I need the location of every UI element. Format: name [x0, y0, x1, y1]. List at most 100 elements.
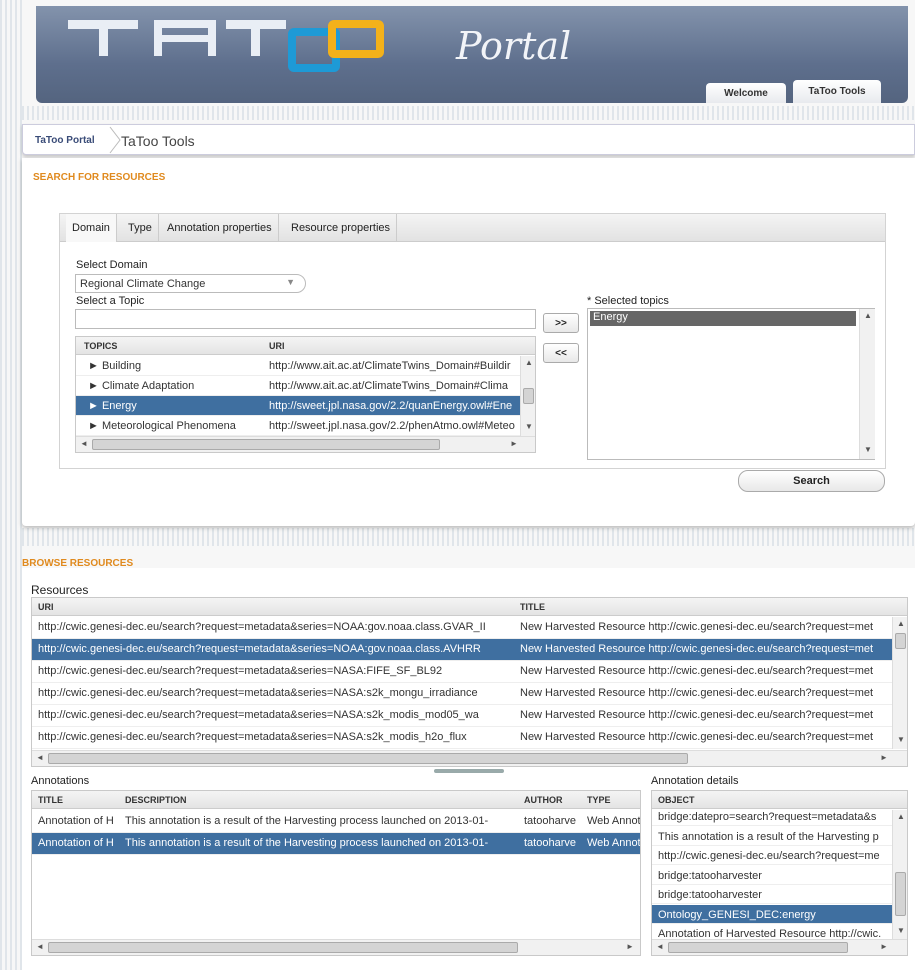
selected-topics-label: * Selected topics	[587, 295, 669, 307]
remove-topic-button[interactable]: <<	[543, 343, 579, 363]
cell: New Harvested Resource http://cwic.genes…	[520, 643, 874, 655]
cell: http://cwic.genesi-dec.eu/search?request…	[38, 709, 479, 721]
selected-topic-item[interactable]: Energy	[590, 311, 856, 326]
topic-row-selected[interactable]: ► Energy http://sweet.jpl.nasa.gov/2.2/q…	[76, 396, 520, 416]
details-vertical-scrollbar[interactable]: ▲ ▼	[892, 810, 907, 940]
resource-row[interactable]: http://cwic.genesi-dec.eu/search?request…	[32, 727, 892, 749]
annotation-details-grid: OBJECT bridge:datepro=search?request=met…	[651, 790, 908, 956]
column-header-object[interactable]: OBJECT	[658, 795, 695, 805]
breadcrumb-item-portal[interactable]: TaToo Portal	[35, 135, 95, 146]
detail-row[interactable]: http://cwic.genesi-dec.eu/search?request…	[652, 846, 892, 865]
cell: http://cwic.genesi-dec.eu/search?request…	[38, 731, 467, 743]
resource-row[interactable]: http://cwic.genesi-dec.eu/search?request…	[32, 705, 892, 727]
topics-grid-header: TOPICS URI	[76, 337, 535, 355]
search-button[interactable]: Search	[738, 470, 885, 492]
column-header-title[interactable]: TITLE	[520, 602, 545, 612]
topic-row[interactable]: ► Building http://www.ait.ac.at/ClimateT…	[76, 356, 520, 376]
column-header-description[interactable]: DESCRIPTION	[125, 795, 187, 805]
topics-grid: TOPICS URI ► Building http://www.ait.ac.…	[75, 336, 536, 453]
cell: Annotation of H	[38, 837, 114, 849]
details-horizontal-scrollbar[interactable]: ◄ ►	[652, 939, 907, 955]
cell: New Harvested Resource http://cwic.genes…	[520, 665, 874, 677]
detail-row[interactable]: bridge:tatooharvester	[652, 885, 892, 904]
cell: Web Annota	[587, 837, 641, 849]
annotation-row[interactable]: Annotation of H This annotation is a resu…	[32, 811, 641, 833]
annotations-grid: TITLE DESCRIPTION AUTHOR TYPE Annotation…	[31, 790, 641, 956]
breadcrumb: TaToo Portal TaToo Tools	[22, 124, 915, 155]
resources-vertical-scrollbar[interactable]: ▲ ▼	[892, 617, 907, 749]
cell: tatooharve	[524, 815, 576, 827]
cell: http://cwic.genesi-dec.eu/search?request…	[38, 643, 481, 655]
column-header-type[interactable]: TYPE	[587, 795, 611, 805]
annotations-label: Annotations	[31, 775, 90, 787]
detail-row[interactable]: bridge:datepro=search?request=metadata&s	[652, 807, 892, 826]
topic-row[interactable]: ► Climate Adaptation http://www.ait.ac.a…	[76, 376, 520, 396]
resource-row-selected[interactable]: http://cwic.genesi-dec.eu/search?request…	[32, 639, 892, 661]
topic-input[interactable]	[75, 309, 536, 329]
background-texture	[22, 528, 915, 546]
cell: Annotation of H	[38, 815, 114, 827]
cell: New Harvested Resource http://cwic.genes…	[520, 621, 874, 633]
annotations-grid-header: TITLE DESCRIPTION AUTHOR TYPE	[32, 791, 640, 809]
column-header-uri[interactable]: URI	[269, 341, 285, 351]
detail-row[interactable]: This annotation is a result of the Harve…	[652, 827, 892, 846]
add-topic-button[interactable]: >>	[543, 313, 579, 333]
breadcrumb-separator-icon	[109, 126, 121, 154]
resource-row[interactable]: http://cwic.genesi-dec.eu/search?request…	[32, 617, 892, 639]
resource-row[interactable]: http://cwic.genesi-dec.eu/search?request…	[32, 661, 892, 683]
cell: Web Annota	[587, 815, 641, 827]
domain-select-value: Regional Climate Change	[80, 278, 206, 290]
cell: http://cwic.genesi-dec.eu/search?request…	[38, 621, 486, 633]
background-texture	[22, 106, 915, 120]
search-section-title: SEARCH FOR RESOURCES	[33, 172, 166, 183]
detail-row-selected[interactable]: Ontology_GENESI_DEC:energy	[652, 904, 892, 924]
cell: http://cwic.genesi-dec.eu/search?request…	[38, 665, 443, 677]
topic-row[interactable]: ► Meteorological Phenomena http://sweet.…	[76, 416, 520, 436]
column-header-author[interactable]: AUTHOR	[524, 795, 563, 805]
cell: http://cwic.genesi-dec.eu/search?request…	[658, 850, 880, 862]
cell: This annotation is a result of the Harve…	[125, 837, 489, 849]
cell: bridge:tatooharvester	[658, 889, 762, 901]
tab-welcome[interactable]: Welcome	[706, 83, 786, 103]
detail-row[interactable]: bridge:tatooharvester	[652, 866, 892, 885]
cell: tatooharve	[524, 837, 576, 849]
resources-label: Resources	[31, 583, 89, 597]
select-topic-label: Select a Topic	[76, 295, 145, 307]
tab-annotation-properties[interactable]: Annotation properties	[161, 214, 279, 242]
search-tab-bar: Domain Type Annotation properties Resour…	[60, 214, 885, 242]
selected-topics-list[interactable]: Energy ▲ ▼	[587, 308, 875, 460]
topics-vertical-scrollbar[interactable]: ▲ ▼	[520, 356, 535, 436]
column-header-topics[interactable]: TOPICS	[84, 341, 117, 351]
select-domain-label: Select Domain	[76, 259, 148, 271]
chevron-down-icon: ▼	[286, 277, 295, 287]
tab-resource-properties[interactable]: Resource properties	[285, 214, 398, 242]
portal-header: Portal Welcome TaToo Tools	[36, 6, 908, 103]
resources-grid-header: URI TITLE	[32, 598, 907, 616]
annotation-details-label: Annotation details	[651, 775, 739, 787]
cell: Ontology_GENESI_DEC:energy	[658, 908, 816, 921]
tab-domain[interactable]: Domain	[66, 214, 117, 242]
domain-select[interactable]: Regional Climate Change ▼	[75, 274, 306, 293]
resources-grid: URI TITLE http://cwic.genesi-dec.eu/sear…	[31, 597, 908, 767]
background-texture	[0, 0, 24, 970]
tab-tatoo-tools[interactable]: TaToo Tools	[793, 80, 881, 103]
panel-splitter[interactable]	[434, 769, 504, 773]
cell: bridge:datepro=search?request=metadata&s	[658, 811, 877, 823]
breadcrumb-item-current: TaToo Tools	[121, 133, 195, 149]
portal-wordmark: Portal	[456, 24, 572, 68]
tab-type[interactable]: Type	[122, 214, 159, 242]
selected-topics-scrollbar[interactable]: ▲ ▼	[859, 309, 875, 459]
cell: bridge:tatooharvester	[658, 869, 762, 882]
column-header-uri[interactable]: URI	[38, 602, 54, 612]
cell: http://cwic.genesi-dec.eu/search?request…	[38, 687, 478, 699]
cell: New Harvested Resource http://cwic.genes…	[520, 731, 874, 743]
topics-horizontal-scrollbar[interactable]: ◄ ►	[76, 436, 535, 452]
cell: New Harvested Resource http://cwic.genes…	[520, 687, 874, 699]
resources-horizontal-scrollbar[interactable]: ◄ ►	[32, 750, 907, 766]
column-header-title[interactable]: TITLE	[38, 795, 63, 805]
resource-row[interactable]: http://cwic.genesi-dec.eu/search?request…	[32, 683, 892, 705]
annotation-row-selected[interactable]: Annotation of H This annotation is a resu…	[32, 833, 641, 855]
annotations-horizontal-scrollbar[interactable]: ◄ ►	[32, 939, 640, 955]
cell: New Harvested Resource http://cwic.genes…	[520, 709, 874, 721]
cell: This annotation is a result of the Harve…	[658, 830, 879, 843]
